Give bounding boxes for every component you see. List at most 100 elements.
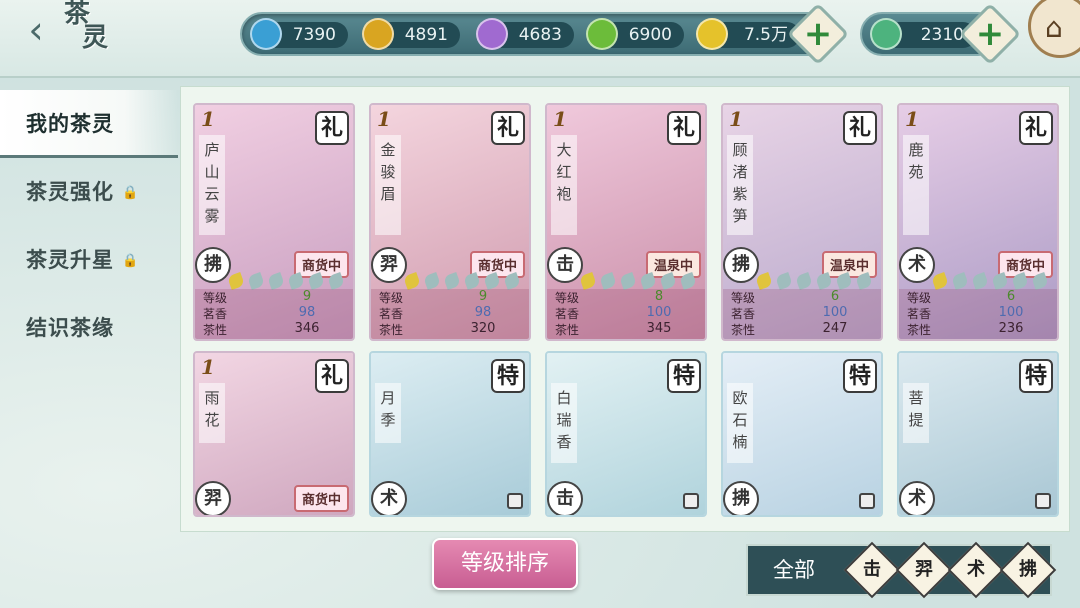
stat-row: 茗香 100 bbox=[555, 305, 695, 322]
stat-label: 等级 bbox=[379, 291, 404, 305]
rank-badge: 礼 bbox=[1019, 111, 1053, 145]
resource-bar: 7390 4891 4683 6900 7.5万 bbox=[240, 12, 830, 56]
stat-value: 98 bbox=[298, 305, 316, 320]
lock-icon bbox=[683, 493, 699, 509]
stat-row: 茶性 320 bbox=[379, 321, 519, 338]
sidebar-item-my-tea-spirits[interactable]: 我的茶灵 bbox=[0, 90, 178, 158]
stat-label: 等级 bbox=[731, 291, 756, 305]
sidebar-item-meet[interactable]: 结识茶缘 bbox=[0, 294, 178, 362]
sidebar-item-label: 茶灵升星 bbox=[26, 247, 114, 272]
category-badge: 羿 bbox=[371, 247, 407, 283]
leaf-icon bbox=[659, 272, 677, 290]
lock-icon: 🔒 bbox=[122, 253, 140, 269]
category-badge: 术 bbox=[371, 481, 407, 515]
stat-row: 等级 8 bbox=[555, 289, 695, 306]
character-name: 金骏眉 bbox=[375, 135, 401, 235]
level-badge: 1 bbox=[201, 107, 215, 131]
back-chevron-icon[interactable]: ‹ bbox=[14, 10, 58, 54]
leaf-icon bbox=[855, 272, 873, 290]
filter-button[interactable]: 拂 bbox=[999, 541, 1057, 599]
character-card[interactable]: 白瑞香 特 击 bbox=[545, 351, 707, 517]
stats-panel: 等级 9 茗香 98 茶性 320 bbox=[371, 289, 529, 339]
character-card[interactable]: 1 鹿苑 礼 术 商货中 等级 6 茗香 100 茶性 236 bbox=[897, 103, 1059, 341]
lock-icon bbox=[1035, 493, 1051, 509]
resource-value: 6900 bbox=[628, 25, 672, 45]
resource-value: 7390 bbox=[292, 25, 336, 45]
level-badge: 1 bbox=[201, 355, 215, 379]
stat-value: 346 bbox=[294, 321, 320, 336]
stat-label: 茶性 bbox=[907, 323, 932, 337]
level-badge: 1 bbox=[553, 107, 567, 131]
character-card[interactable]: 月季 特 术 bbox=[369, 351, 531, 517]
resource-value: 2310 bbox=[920, 25, 964, 45]
stat-value: 320 bbox=[470, 321, 496, 336]
resource-value: 4891 bbox=[404, 25, 448, 45]
stat-label: 茶性 bbox=[555, 323, 580, 337]
character-card[interactable]: 1 庐山云雾 礼 拂 商货中 等级 9 茗香 98 茶性 346 bbox=[193, 103, 355, 341]
rank-badge: 特 bbox=[667, 359, 701, 393]
home-button[interactable]: ⌂ bbox=[1028, 0, 1080, 58]
character-card[interactable]: 菩提 特 术 bbox=[897, 351, 1059, 517]
stat-value: 100 bbox=[646, 305, 672, 320]
filter-button[interactable]: 击 bbox=[843, 541, 901, 599]
stat-value: 100 bbox=[822, 305, 848, 320]
sidebar-item-label: 结识茶缘 bbox=[26, 315, 114, 340]
character-card[interactable]: 1 顾渚紫笋 礼 拂 温泉中 等级 6 茗香 100 茶性 247 bbox=[721, 103, 883, 341]
leaf-icon bbox=[483, 272, 501, 290]
stat-label: 茗香 bbox=[379, 307, 404, 321]
gold-leaf-icon bbox=[931, 272, 949, 290]
character-name: 顾渚紫笋 bbox=[727, 135, 753, 235]
stat-label: 茗香 bbox=[907, 307, 932, 321]
resource-value: 7.5万 bbox=[743, 25, 788, 45]
resource-blue-gem: 7390 bbox=[250, 18, 348, 50]
gold-leaf-icon bbox=[403, 272, 421, 290]
sort-by-level-button[interactable]: 等级排序 bbox=[432, 538, 578, 590]
category-badge: 拂 bbox=[723, 247, 759, 283]
stat-row: 等级 6 bbox=[907, 289, 1047, 306]
rank-badge: 礼 bbox=[491, 111, 525, 145]
leaf-icon bbox=[423, 272, 441, 290]
character-name: 月季 bbox=[375, 383, 401, 443]
character-card[interactable]: 1 雨花 礼 羿 商货中 bbox=[193, 351, 355, 517]
stat-row: 茶性 346 bbox=[203, 321, 343, 338]
leaf-icon bbox=[327, 272, 345, 290]
filter-button[interactable]: 羿 bbox=[895, 541, 953, 599]
rank-badge: 礼 bbox=[843, 111, 877, 145]
lock-icon bbox=[859, 493, 875, 509]
stat-label: 茗香 bbox=[555, 307, 580, 321]
stat-label: 等级 bbox=[203, 291, 228, 305]
leaf-icon bbox=[619, 272, 637, 290]
sidebar-item-star-up[interactable]: 茶灵升星 🔒 bbox=[0, 226, 178, 294]
rank-badge: 礼 bbox=[315, 359, 349, 393]
leaf-icon bbox=[503, 272, 521, 290]
stat-value: 247 bbox=[822, 321, 848, 336]
lock-icon bbox=[507, 493, 523, 509]
filter-label: 击 bbox=[863, 559, 881, 580]
top-bar: ‹ 茶 灵 7390 4891 4683 6900 7.5万 + 2310 + … bbox=[0, 0, 1080, 78]
filter-all-button[interactable]: 全部 bbox=[748, 546, 840, 594]
level-badge: 1 bbox=[377, 107, 391, 131]
leaf-icon bbox=[991, 272, 1009, 290]
page-title: 茶 灵 bbox=[64, 1, 124, 51]
leaf-icon bbox=[287, 272, 305, 290]
plus-icon: + bbox=[975, 14, 1005, 54]
plus-icon: + bbox=[803, 14, 833, 54]
character-card[interactable]: 欧石楠 特 拂 bbox=[721, 351, 883, 517]
stat-row: 茶性 236 bbox=[907, 321, 1047, 338]
gold-gem-icon bbox=[362, 18, 394, 50]
leaf-icon bbox=[1011, 272, 1029, 290]
resource-value: 4683 bbox=[518, 25, 562, 45]
stat-label: 茶性 bbox=[379, 323, 404, 337]
resource-gold-coin: 7.5万 bbox=[696, 18, 800, 50]
filter-label: 拂 bbox=[1019, 559, 1037, 580]
filter-button[interactable]: 术 bbox=[947, 541, 1005, 599]
stat-value: 100 bbox=[998, 305, 1024, 320]
purple-gem-icon bbox=[476, 18, 508, 50]
character-name: 大红袍 bbox=[551, 135, 577, 235]
character-card[interactable]: 1 金骏眉 礼 羿 商货中 等级 9 茗香 98 茶性 320 bbox=[369, 103, 531, 341]
stat-value: 345 bbox=[646, 321, 672, 336]
character-card[interactable]: 1 大红袍 礼 击 温泉中 等级 8 茗香 100 茶性 345 bbox=[545, 103, 707, 341]
level-badge: 1 bbox=[905, 107, 919, 131]
category-badge: 击 bbox=[547, 247, 583, 283]
sidebar-item-enhance[interactable]: 茶灵强化 🔒 bbox=[0, 158, 178, 226]
